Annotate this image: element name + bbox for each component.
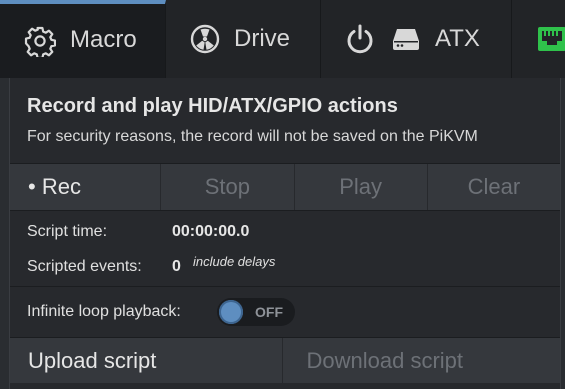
menu-gpio[interactable] [512, 0, 565, 78]
menu-atx-label: ATX [435, 25, 480, 52]
infinite-loop-toggle[interactable]: OFF [217, 298, 295, 326]
include-delays-note: include delays [193, 254, 276, 269]
server-icon [391, 27, 421, 51]
app-window: Macro Drive ATX Record and play HID/ATX/… [0, 0, 565, 389]
fan-icon [190, 24, 220, 54]
divider [10, 286, 560, 287]
stop-button[interactable]: Stop [161, 164, 295, 210]
menu-drive[interactable]: Drive [166, 0, 321, 78]
infinite-loop-label: Infinite loop playback: [27, 303, 181, 320]
scripted-events-value: 0 [172, 258, 181, 275]
panel-subtitle: For security reasons, the record will no… [27, 128, 478, 145]
ethernet-port-icon [538, 25, 565, 53]
gear-icon [24, 25, 56, 57]
menu-macro-label: Macro [70, 26, 137, 53]
toggle-knob [219, 300, 243, 324]
download-script-button[interactable]: Download script [283, 338, 561, 383]
script-time-label: Script time: [27, 223, 108, 240]
play-button[interactable]: Play [295, 164, 428, 210]
panel-title: Record and play HID/ATX/GPIO actions [27, 95, 398, 117]
menu-atx[interactable]: ATX [321, 0, 512, 78]
scripted-events-label: Scripted events: [27, 258, 142, 275]
rec-button[interactable]: • Rec [10, 164, 162, 210]
clear-button[interactable]: Clear [428, 164, 560, 210]
menu-macro[interactable]: Macro [0, 0, 166, 78]
toggle-state: OFF [255, 304, 283, 320]
script-time-value: 00:00:00.0 [172, 223, 250, 240]
menu-bar: Macro Drive ATX [0, 0, 565, 78]
upload-script-button[interactable]: Upload script [10, 338, 283, 383]
script-file-actions: Upload script Download script [10, 338, 560, 383]
divider [10, 210, 560, 211]
power-icon [345, 23, 375, 55]
menu-drive-label: Drive [234, 25, 291, 52]
macro-actions: • Rec Stop Play Clear [10, 164, 560, 210]
macro-panel: Record and play HID/ATX/GPIO actions For… [9, 78, 561, 389]
